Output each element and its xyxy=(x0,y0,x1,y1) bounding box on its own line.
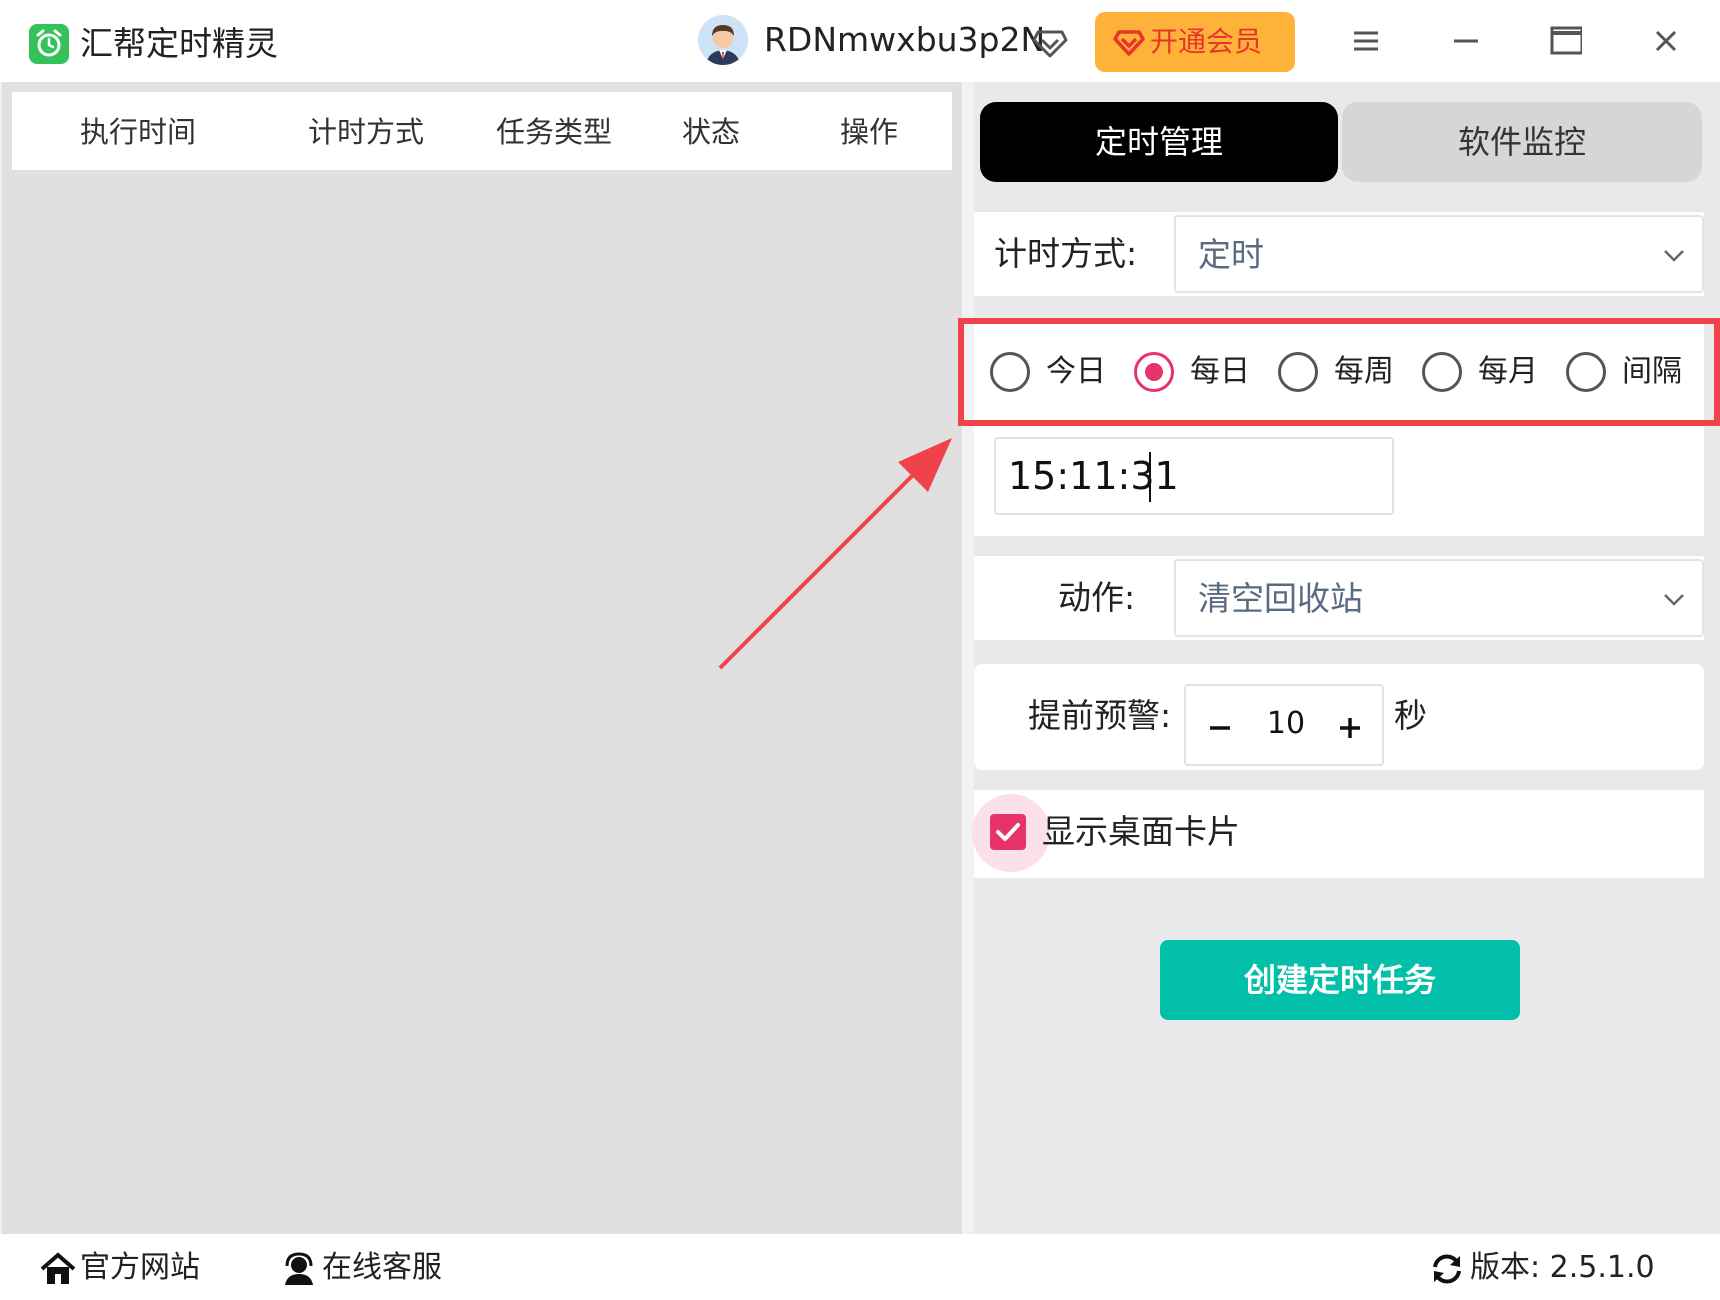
close-button[interactable] xyxy=(1638,16,1694,66)
timing-mode-row: 计时方式: 定时 xyxy=(974,212,1704,296)
minimize-icon xyxy=(1454,39,1478,43)
show-card-label: 显示桌面卡片 xyxy=(1042,812,1240,851)
maximize-icon xyxy=(1550,26,1582,55)
radio-circle xyxy=(990,352,1030,392)
hamburger-icon xyxy=(1354,31,1378,51)
column-header-timing[interactable]: 计时方式 xyxy=(308,112,424,152)
action-row: 动作: 清空回收站 xyxy=(974,556,1704,640)
close-icon xyxy=(1655,30,1677,52)
show-card-checkbox[interactable] xyxy=(990,814,1026,850)
menu-button[interactable] xyxy=(1338,16,1394,66)
column-header-exec-time[interactable]: 执行时间 xyxy=(80,112,196,152)
warning-row: 提前预警: 10 秒 xyxy=(974,664,1704,770)
customer-service-icon xyxy=(282,1252,316,1290)
chevron-down-icon xyxy=(1662,244,1686,272)
refresh-icon xyxy=(1430,1252,1464,1290)
radio-label-today: 今日 xyxy=(1046,354,1106,389)
warning-value[interactable]: 10 xyxy=(1252,704,1320,744)
create-task-button[interactable]: 创建定时任务 xyxy=(1160,940,1520,1020)
radio-circle-selected xyxy=(1134,352,1174,392)
radio-circle xyxy=(1566,352,1606,392)
vip-button-label: 开通会员 xyxy=(1150,25,1263,58)
check-icon xyxy=(996,823,1020,841)
vip-diamond-icon xyxy=(1113,26,1145,61)
minimize-button[interactable] xyxy=(1438,16,1494,66)
time-input-row xyxy=(974,422,1704,536)
task-table-header: 执行时间 计时方式 任务类型 状态 操作 xyxy=(12,92,952,170)
home-icon xyxy=(40,1252,76,1290)
maximize-button[interactable] xyxy=(1538,16,1594,66)
tab-timer-management[interactable]: 定时管理 xyxy=(980,102,1338,182)
action-select[interactable]: 清空回收站 xyxy=(1174,559,1704,637)
app-logo-icon xyxy=(29,24,69,64)
radio-label-interval: 间隔 xyxy=(1622,354,1682,389)
radio-circle xyxy=(1278,352,1318,392)
column-header-task-type[interactable]: 任务类型 xyxy=(496,112,612,152)
warning-unit: 秒 xyxy=(1394,696,1427,735)
app-title: 汇帮定时精灵 xyxy=(80,24,278,63)
increment-button[interactable] xyxy=(1322,698,1378,754)
minus-icon xyxy=(1210,726,1230,730)
column-header-status[interactable]: 状态 xyxy=(682,112,740,152)
version-label: 版本: 2.5.1.0 xyxy=(1470,1250,1655,1285)
online-support-label: 在线客服 xyxy=(322,1250,442,1285)
frequency-radio-group: 今日 每日 每周 每月 间隔 xyxy=(974,322,1704,422)
vip-button[interactable]: 开通会员 xyxy=(1095,12,1295,72)
version-info[interactable]: 版本: 2.5.1.0 xyxy=(1430,1246,1670,1290)
radio-label-daily: 每日 xyxy=(1190,354,1250,389)
action-label: 动作: xyxy=(1058,578,1136,617)
radio-circle xyxy=(1422,352,1462,392)
tab-software-monitor[interactable]: 软件监控 xyxy=(1342,102,1702,182)
radio-label-monthly: 每月 xyxy=(1478,354,1538,389)
chevron-down-icon xyxy=(1662,588,1686,616)
show-card-row: 显示桌面卡片 xyxy=(972,790,1704,878)
column-header-action[interactable]: 操作 xyxy=(840,112,898,152)
time-input[interactable] xyxy=(994,437,1394,515)
username: RDNmwxbu3p2N xyxy=(764,20,1046,59)
title-bar: 汇帮定时精灵 RDNmwxbu3p2N 开通会员 xyxy=(0,0,1720,82)
task-list-panel: 执行时间 计时方式 任务类型 状态 操作 xyxy=(0,82,962,1234)
diamond-icon xyxy=(1030,22,1070,62)
plus-icon xyxy=(1340,718,1360,738)
official-website-label: 官方网站 xyxy=(80,1250,200,1285)
warning-label: 提前预警: xyxy=(1028,696,1172,735)
warning-stepper: 10 xyxy=(1184,684,1384,766)
radio-label-weekly: 每周 xyxy=(1334,354,1394,389)
user-avatar[interactable] xyxy=(698,15,748,65)
app-window: 汇帮定时精灵 RDNmwxbu3p2N 开通会员 执行时间 计时方式 任务类型 … xyxy=(0,0,1720,1300)
settings-panel: 定时管理 软件监控 计时方式: 定时 今日 每日 每周 每月 间隔 15:11:… xyxy=(972,82,1720,1234)
action-value: 清空回收站 xyxy=(1198,579,1363,618)
timing-mode-label: 计时方式: xyxy=(994,234,1138,273)
panel-divider xyxy=(962,82,974,1234)
timing-mode-value: 定时 xyxy=(1198,235,1264,274)
decrement-button[interactable] xyxy=(1192,698,1248,754)
text-caret xyxy=(1149,452,1151,502)
timing-mode-select[interactable]: 定时 xyxy=(1174,215,1704,293)
footer-bar: 官方网站 在线客服 版本: 2.5.1.0 xyxy=(0,1234,1720,1300)
